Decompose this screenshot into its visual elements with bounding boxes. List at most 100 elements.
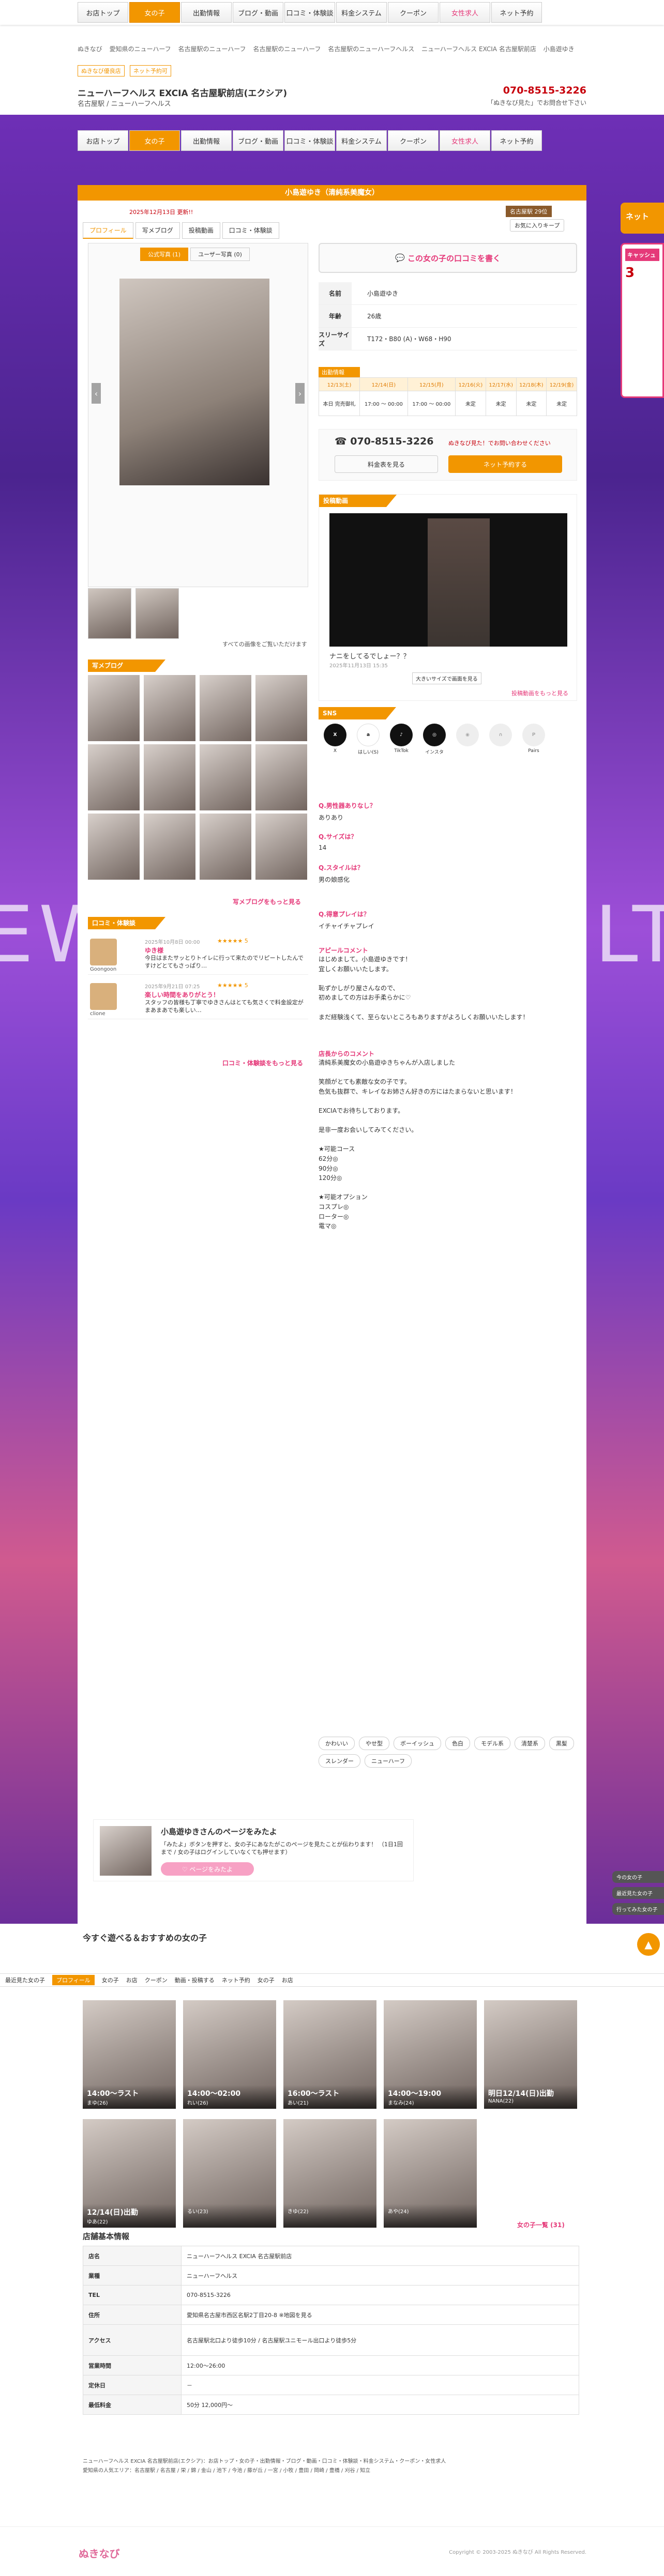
info-value[interactable]: ニューハーフヘルス EXCIA 名古屋駅前店 bbox=[181, 2246, 579, 2266]
girls-list-link[interactable]: 女の子一覧 (31) bbox=[517, 2220, 565, 2229]
sns-x[interactable]: XX bbox=[319, 724, 352, 755]
blog-thumb[interactable] bbox=[255, 675, 307, 741]
review-item[interactable]: Goongoon 2025年10月8日 00:00 ★★★★★ 5 ゆき様 今日… bbox=[88, 934, 308, 975]
side-net-tab[interactable]: ネット bbox=[621, 203, 664, 234]
nav-girls[interactable]: 女の子 bbox=[129, 130, 180, 151]
nav-shop-top[interactable]: お店トップ bbox=[78, 130, 128, 151]
sns-instagram[interactable]: ◎ インスタ bbox=[418, 724, 451, 755]
tag[interactable]: 黒髪 bbox=[549, 1737, 574, 1750]
tab-user-photos[interactable]: ユーザー写真 (0) bbox=[190, 248, 250, 261]
review-title[interactable]: 楽しい時間をありがとう！ bbox=[145, 990, 219, 999]
crumb[interactable]: 名古屋駅のニューハーフヘルス bbox=[328, 45, 414, 53]
main-photo[interactable] bbox=[119, 279, 269, 485]
blog-thumb[interactable] bbox=[144, 675, 195, 741]
tag[interactable]: やせ型 bbox=[359, 1737, 389, 1750]
footer-shop-links[interactable]: ニューハーフヘルス EXCIA 名古屋駅前店(エクシア)：お店トップ・女の子・出… bbox=[83, 2457, 579, 2466]
info-value[interactable]: 愛知県名古屋市西区名駅2丁目20-8 ※地図を見る bbox=[181, 2305, 579, 2325]
nav-girls[interactable]: 女の子 bbox=[129, 2, 180, 23]
nav-reserve[interactable]: ネット予約 bbox=[491, 2, 542, 23]
sticky-item[interactable]: 女の子 bbox=[102, 1976, 119, 1984]
view-all-link[interactable]: すべての画像をご覧いただけます bbox=[222, 640, 307, 648]
girl-card[interactable]: 14:00〜02:00 れい(26) bbox=[183, 2000, 276, 2109]
footer-area-links[interactable]: 愛知県の人気エリア：名古屋駅 / 名古屋 / 栄 / 錦 / 金山 / 池下 /… bbox=[83, 2466, 579, 2476]
tag[interactable]: モデル系 bbox=[474, 1737, 510, 1750]
side-button[interactable]: 行ってみた女の子 bbox=[612, 1903, 664, 1915]
video-player[interactable] bbox=[329, 513, 567, 647]
blog-thumb[interactable] bbox=[255, 744, 307, 810]
nav-recruit[interactable]: 女性求人 bbox=[440, 2, 490, 23]
girl-card[interactable]: きゆ(22) bbox=[283, 2119, 376, 2228]
side-button[interactable]: 最近見た女の子 bbox=[612, 1887, 664, 1899]
blog-thumb[interactable] bbox=[144, 814, 195, 880]
sticky-item[interactable]: 動画・投稿する bbox=[175, 1976, 215, 1984]
tab-reviews[interactable]: 口コミ・体験談 bbox=[222, 222, 279, 239]
nav-blog[interactable]: ブログ・動画 bbox=[233, 2, 283, 23]
nav-recruit[interactable]: 女性求人 bbox=[440, 130, 490, 151]
nav-schedule[interactable]: 出勤情報 bbox=[181, 2, 232, 23]
thumbnail[interactable] bbox=[135, 588, 179, 639]
sns-tiktok[interactable]: ♪ TikTok bbox=[385, 724, 418, 755]
girl-card[interactable]: るい(23) bbox=[183, 2119, 276, 2228]
tab-official-photos[interactable]: 公式写真 (1) bbox=[140, 248, 189, 261]
fullsize-button[interactable]: 大きいサイズで画面を見る bbox=[412, 672, 481, 684]
tab-blog[interactable]: 写メブログ bbox=[135, 222, 180, 239]
blog-thumb[interactable] bbox=[88, 675, 140, 741]
girl-card[interactable]: 14:00〜ラスト まゆ(26) bbox=[83, 2000, 176, 2109]
tab-profile[interactable]: プロフィール bbox=[83, 222, 133, 239]
nav-schedule[interactable]: 出勤情報 bbox=[181, 130, 232, 151]
nav-reserve[interactable]: ネット予約 bbox=[491, 130, 542, 151]
prev-arrow-icon[interactable]: ‹ bbox=[92, 383, 101, 404]
fav-button[interactable]: お気に入りキープ bbox=[510, 219, 565, 232]
blog-thumb[interactable] bbox=[88, 744, 140, 810]
crumb[interactable]: 名古屋駅のニューハーフ bbox=[178, 45, 246, 53]
sticky-item[interactable]: 女の子 bbox=[258, 1976, 275, 1984]
girl-card[interactable]: 16:00〜ラスト あい(21) bbox=[283, 2000, 376, 2109]
net-reserve-button[interactable]: ネット予約する bbox=[448, 455, 562, 473]
girl-card[interactable]: あや(24) bbox=[384, 2119, 477, 2228]
side-cashback-banner[interactable]: キャッシュ 3 bbox=[621, 243, 664, 398]
blog-thumb[interactable] bbox=[144, 744, 195, 810]
girl-card[interactable]: 14:00〜19:00 まなみ(24) bbox=[384, 2000, 477, 2109]
nav-reviews[interactable]: 口コミ・体験談 bbox=[284, 130, 335, 151]
nav-reviews[interactable]: 口コミ・体験談 bbox=[284, 2, 335, 23]
girl-card[interactable]: 明日12/14(日)出勤 NANA(22) bbox=[484, 2000, 577, 2109]
sticky-item[interactable]: クーポン bbox=[145, 1976, 168, 1984]
nav-coupon[interactable]: クーポン bbox=[388, 130, 439, 151]
price-button[interactable]: 料金表を見る bbox=[335, 455, 438, 473]
sticky-item[interactable]: プロフィール bbox=[52, 1975, 95, 1985]
nav-price[interactable]: 料金システム bbox=[336, 130, 387, 151]
sticky-item[interactable]: お店 bbox=[126, 1976, 138, 1984]
nav-coupon[interactable]: クーポン bbox=[388, 2, 439, 23]
review-item[interactable]: clione 2025年9月21日 07:25 ★★★★★ 5 楽しい時間をあり… bbox=[88, 979, 308, 1019]
sns-amazon[interactable]: a はしい(S) bbox=[352, 724, 385, 755]
call-tel[interactable]: ☎ 070-8515-3226 bbox=[335, 436, 433, 447]
next-arrow-icon[interactable]: › bbox=[295, 383, 305, 404]
thumbnail[interactable] bbox=[88, 588, 131, 639]
tag[interactable]: 色白 bbox=[445, 1737, 470, 1750]
sticky-item[interactable]: 最近見た女の子 bbox=[5, 1976, 45, 1984]
crumb[interactable]: ぬきなび bbox=[78, 45, 102, 53]
write-review-button[interactable]: 💬 この女の子の口コミを書く bbox=[319, 243, 577, 273]
blog-thumb[interactable] bbox=[200, 744, 251, 810]
reviews-more-link[interactable]: 口コミ・体験談をもっと見る bbox=[222, 1059, 303, 1067]
footer-logo[interactable]: ぬきなび bbox=[79, 2546, 120, 2560]
blog-thumb[interactable] bbox=[200, 675, 251, 741]
video-more-link[interactable]: 投稿動画をもっと見る bbox=[511, 689, 568, 697]
tag[interactable]: 清楚系 bbox=[515, 1737, 545, 1750]
go-top-icon[interactable]: ▲ bbox=[637, 1933, 660, 1956]
blog-thumb[interactable] bbox=[255, 814, 307, 880]
blog-more-link[interactable]: 写メブログをもっと見る bbox=[233, 897, 301, 906]
info-value[interactable]: 070-8515-3226 bbox=[181, 2285, 579, 2305]
crumb[interactable]: 愛知県のニューハーフ bbox=[110, 45, 171, 53]
mitayo-button[interactable]: ♡ ページをみたよ bbox=[161, 1862, 254, 1876]
tab-video[interactable]: 投稿動画 bbox=[182, 222, 220, 239]
nav-shop-top[interactable]: お店トップ bbox=[78, 2, 128, 23]
sticky-item[interactable]: お店 bbox=[282, 1976, 293, 1984]
tag[interactable]: かわいい bbox=[319, 1737, 355, 1750]
tag[interactable]: スレンダー bbox=[319, 1754, 360, 1768]
crumb[interactable]: 名古屋駅のニューハーフ bbox=[253, 45, 321, 53]
sticky-item[interactable]: ネット予約 bbox=[222, 1976, 250, 1984]
crumb[interactable]: ニューハーフヘルス EXCIA 名古屋駅前店 bbox=[421, 45, 536, 53]
blog-thumb[interactable] bbox=[88, 814, 140, 880]
shop-name[interactable]: ニューハーフヘルス EXCIA 名古屋駅前店(エクシア) bbox=[78, 86, 287, 99]
